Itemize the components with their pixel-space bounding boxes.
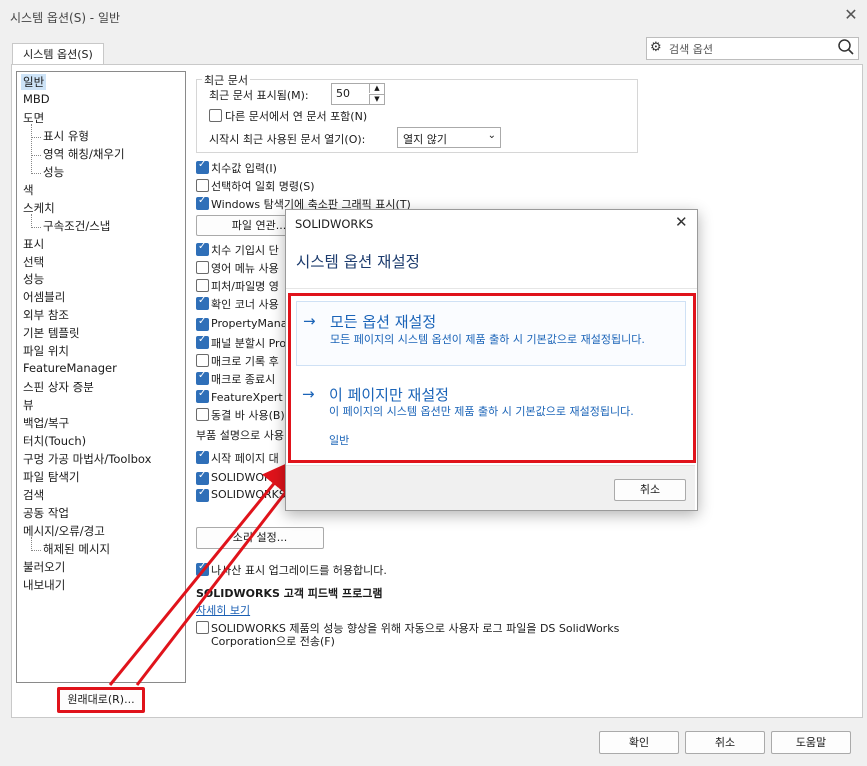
reset-page-title: 이 페이지만 재설정 <box>329 386 449 404</box>
reset-page-description: 이 페이지의 시스템 옵션만 제품 출하 시 기본값으로 재설정됩니다. <box>329 405 634 418</box>
reset-dialog: SOLIDWORKS ✕ 시스템 옵션 재설정 → 모든 옵션 재설정 모든 페… <box>285 209 698 511</box>
reset-page-option[interactable]: → 이 페이지만 재설정 이 페이지의 시스템 옵션만 제품 출하 시 기본값으… <box>296 375 684 455</box>
dialog-close-icon[interactable]: ✕ <box>675 213 688 231</box>
arrow-right-icon: → <box>303 312 316 330</box>
arrow-to-dialog-upper <box>108 460 293 686</box>
reset-all-option[interactable]: → 모든 옵션 재설정 모든 페이지의 시스템 옵션이 제품 출하 시 기본값으… <box>296 301 686 366</box>
dialog-cancel-button[interactable]: 취소 <box>614 479 686 501</box>
dialog-heading: 시스템 옵션 재설정 <box>296 253 420 271</box>
dialog-footer: 취소 <box>286 465 695 510</box>
reset-page-name: 일반 <box>329 434 350 447</box>
reset-all-title: 모든 옵션 재설정 <box>330 313 437 331</box>
reset-all-description: 모든 페이지의 시스템 옵션이 제품 출하 시 기본값으로 재설정됩니다. <box>330 333 645 346</box>
dialog-title: SOLIDWORKS <box>295 217 374 231</box>
dialog-divider <box>286 288 697 289</box>
arrow-right-icon: → <box>302 385 315 403</box>
arrow-to-dialog-lower <box>135 479 297 686</box>
